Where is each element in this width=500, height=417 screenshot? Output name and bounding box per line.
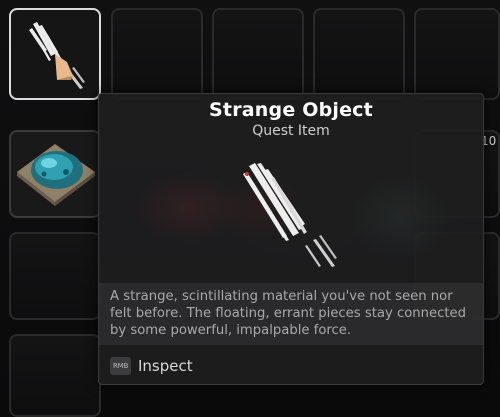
inspect-label: Inspect xyxy=(138,356,193,375)
strange-object-preview-icon xyxy=(243,163,337,267)
inventory-slot[interactable] xyxy=(212,8,304,100)
inventory-slot-ore[interactable] xyxy=(9,130,101,218)
inventory-slot[interactable] xyxy=(9,232,101,320)
rmb-key-icon: RMB xyxy=(110,356,131,375)
tooltip-header: Strange Object Quest Item xyxy=(99,94,483,139)
inventory-slot-selected[interactable] xyxy=(9,8,101,100)
item-tooltip: Strange Object Quest Item A strange, sci… xyxy=(98,93,484,385)
item-description: A strange, scintillating material you've… xyxy=(99,283,483,345)
inventory-slot[interactable] xyxy=(313,8,405,100)
inventory-slot[interactable] xyxy=(9,334,101,417)
item-title: Strange Object xyxy=(209,99,373,121)
strange-object-icon xyxy=(29,22,85,89)
inventory-slot[interactable] xyxy=(111,8,203,100)
blue-ore-icon xyxy=(17,144,95,206)
inventory-slot[interactable] xyxy=(414,8,500,100)
inspect-action[interactable]: RMB Inspect xyxy=(99,347,483,384)
item-preview xyxy=(99,148,483,278)
item-category: Quest Item xyxy=(252,123,330,139)
